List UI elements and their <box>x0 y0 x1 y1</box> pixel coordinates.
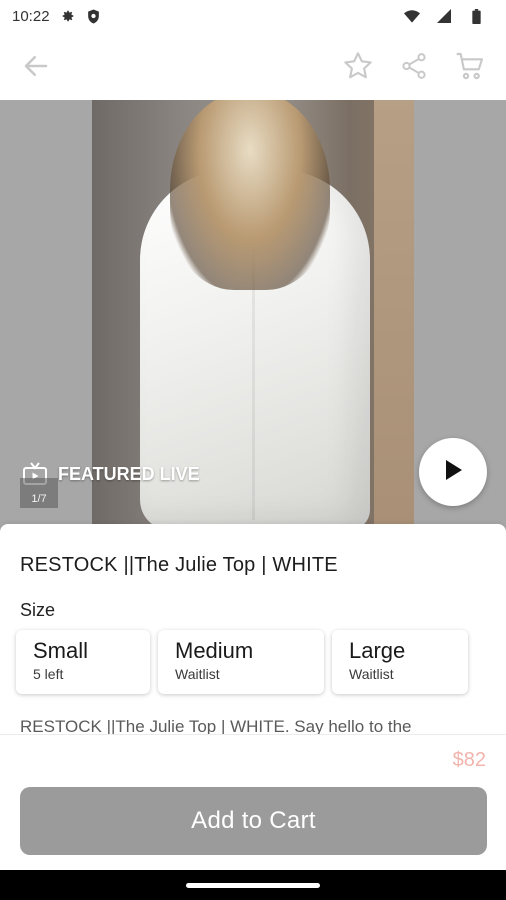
size-option-large[interactable]: Large Waitlist <box>332 630 468 694</box>
status-time: 10:22 <box>12 7 50 25</box>
gear-icon <box>60 8 76 24</box>
back-arrow-icon[interactable] <box>16 46 56 86</box>
cell-signal-icon <box>436 8 452 24</box>
add-to-cart-button[interactable]: Add to Cart <box>20 787 487 855</box>
size-options: Small 5 left Medium Waitlist Large Waitl… <box>16 630 468 694</box>
image-page-counter: 1/7 <box>20 478 58 508</box>
size-option-medium[interactable]: Medium Waitlist <box>158 630 324 694</box>
home-gesture-handle[interactable] <box>186 882 320 888</box>
play-button[interactable] <box>419 438 487 506</box>
featured-live-label: FEATURED LIVE <box>58 463 200 484</box>
size-name: Medium <box>175 638 254 663</box>
product-image[interactable]: FEATURED LIVE 1/7 <box>0 100 506 540</box>
size-option-small[interactable]: Small 5 left <box>16 630 150 694</box>
size-label: Size <box>20 600 56 620</box>
size-stock: Waitlist <box>349 666 394 682</box>
status-bar: 10:22 <box>0 0 506 32</box>
product-description: RESTOCK ||The Julie Top | WHITE. Say hel… <box>20 717 412 734</box>
purchase-footer: $82 Add to Cart <box>0 734 506 870</box>
cart-icon[interactable] <box>450 46 490 86</box>
product-title: RESTOCK ||The Julie Top | WHITE <box>20 554 338 576</box>
size-stock: Waitlist <box>175 666 220 682</box>
size-stock: 5 left <box>33 666 64 682</box>
product-price: $82 <box>452 749 486 771</box>
app-bar <box>0 32 506 100</box>
system-nav-bar <box>0 870 506 900</box>
battery-icon <box>468 8 484 24</box>
shield-icon <box>86 8 102 24</box>
play-icon <box>442 458 464 487</box>
size-name: Large <box>349 638 406 663</box>
status-right-group <box>404 8 494 24</box>
product-details-sheet: RESTOCK ||The Julie Top | WHITE Size Sma… <box>0 524 506 734</box>
share-icon[interactable] <box>394 46 434 86</box>
wifi-icon <box>404 8 420 24</box>
size-name: Small <box>33 638 89 663</box>
star-icon[interactable] <box>338 46 378 86</box>
